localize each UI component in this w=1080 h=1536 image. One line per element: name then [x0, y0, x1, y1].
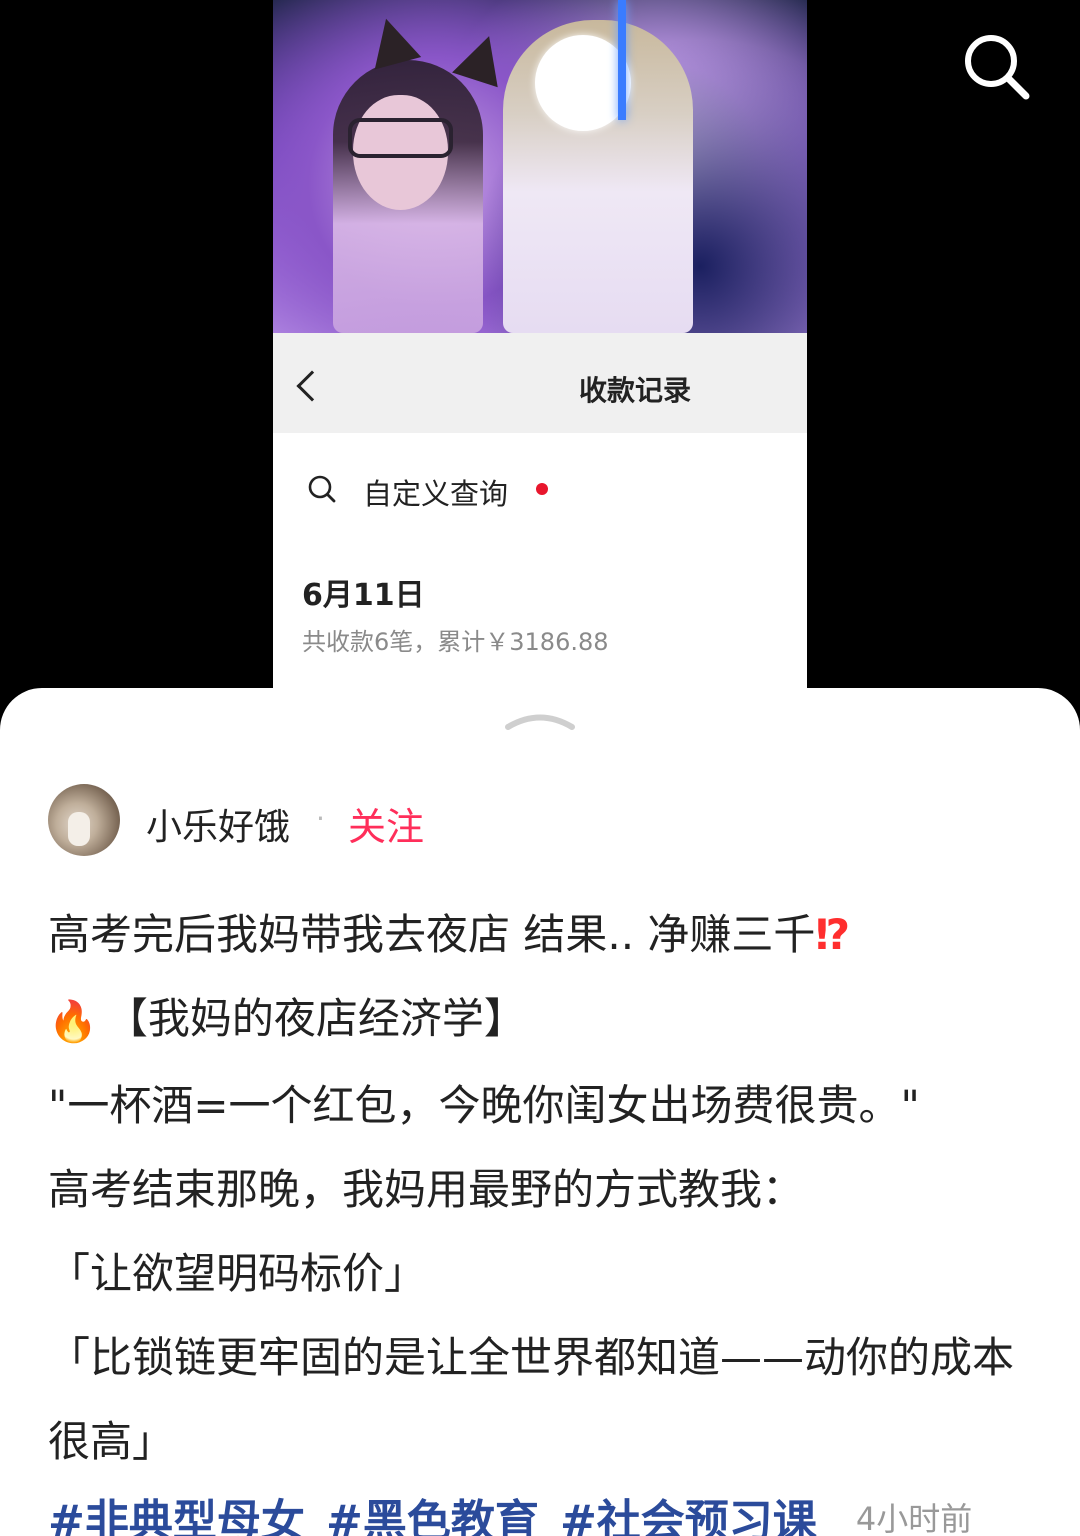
content-line-text: 【我妈的夜店经济学】 — [105, 994, 526, 1043]
photo-glasses — [348, 118, 453, 158]
record-summary: 共收款6笔，累计￥3186.88 — [302, 628, 609, 656]
separator-dot: · — [316, 802, 325, 835]
custom-query-row: 自定义查询 — [273, 433, 807, 543]
record-date: 6月11日 — [302, 578, 425, 613]
exclamation-question-icon: ⁉ — [815, 910, 851, 959]
fire-icon: 🔥 — [48, 998, 98, 1045]
chevron-up-icon[interactable] — [505, 714, 575, 730]
face-blur — [535, 35, 631, 131]
screenshot-title: 收款记录 — [578, 374, 691, 407]
follow-button[interactable]: 关注 — [348, 796, 424, 851]
content-line: 🔥 【我妈的夜店经济学】 — [48, 977, 1038, 1064]
search-icon — [308, 475, 336, 503]
post-content: 高考完后我妈带我去夜店 结果.. 净赚三千⁉ 🔥 【我妈的夜店经济学】 "一杯酒=… — [48, 893, 1038, 1484]
content-line: 「比锁链更牢固的是让全世界都知道——动你的成本很高」 — [48, 1332, 1015, 1466]
content-line-text: 高考完后我妈带我去夜店 结果.. 净赚三千 — [48, 910, 816, 959]
notification-dot — [536, 483, 548, 495]
post-media[interactable]: 收款记录 自定义查询 6月11日 共收款6笔，累计￥3186.88 — [0, 0, 1080, 700]
photo-light — [618, 0, 626, 120]
screenshot-navbar: 收款记录 — [273, 333, 807, 433]
content-line: 「让欲望明码标价」 — [48, 1248, 427, 1298]
hashtag-link[interactable]: #社会预习课 — [560, 1485, 817, 1536]
content-line: "一杯酒=一个红包，今晚你闺女出场费很贵。" — [48, 1080, 920, 1130]
avatar[interactable] — [48, 784, 120, 856]
search-icon[interactable] — [960, 30, 1032, 102]
photo — [273, 0, 807, 333]
author-name[interactable]: 小乐好饿 — [146, 798, 290, 850]
post-sheet: 小乐好饿 · 关注 高考完后我妈带我去夜店 结果.. 净赚三千⁉ 🔥 【我妈的夜店… — [0, 688, 1080, 1536]
embedded-screenshot: 收款记录 自定义查询 6月11日 共收款6笔，累计￥3186.88 — [273, 0, 807, 700]
hashtag-link[interactable]: #非典型母女 — [48, 1485, 305, 1536]
custom-query-label: 自定义查询 — [363, 477, 509, 511]
content-line: 高考完后我妈带我去夜店 结果.. 净赚三千⁉ — [48, 893, 1038, 977]
hashtag-link[interactable]: #黑色教育 — [326, 1485, 539, 1536]
tags-row: #非典型母女 #黑色教育 #社会预习课 4小时前 — [48, 1485, 972, 1536]
avatar-figure — [68, 812, 90, 846]
cat-ear-right — [452, 28, 512, 88]
content-line: 高考结束那晚，我妈用最野的方式教我： — [48, 1164, 805, 1214]
post-time: 4小时前 — [855, 1500, 973, 1536]
